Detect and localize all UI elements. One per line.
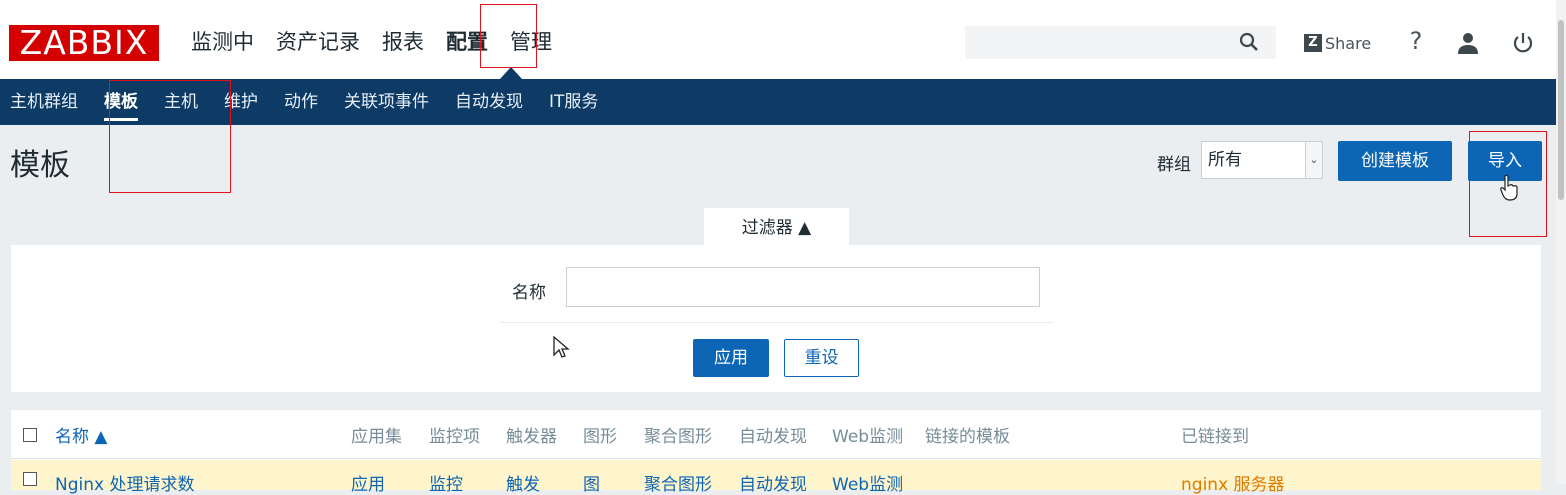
column-applications: 应用集 bbox=[351, 427, 402, 447]
column-linked-to: 已链接到 bbox=[1181, 427, 1249, 447]
scrollbar-thumb[interactable] bbox=[1558, 20, 1564, 200]
nav-monitoring[interactable]: 监测中 bbox=[180, 26, 265, 58]
column-screens: 聚合图形 bbox=[644, 427, 712, 447]
nav-inventory[interactable]: 资产记录 bbox=[265, 26, 371, 58]
mouse-pointer-icon bbox=[553, 335, 570, 358]
reset-button[interactable]: 重设 bbox=[784, 339, 859, 377]
help-icon[interactable]: ? bbox=[1405, 27, 1427, 55]
linked-host-link[interactable]: nginx 服务器 bbox=[1181, 470, 1285, 495]
subnav-correlation[interactable]: 关联项事件 bbox=[334, 79, 445, 125]
subnav-host-groups[interactable]: 主机群组 bbox=[0, 79, 94, 125]
search-icon[interactable] bbox=[1238, 31, 1260, 53]
graphs-link[interactable]: 图 bbox=[583, 470, 600, 495]
screens-link[interactable]: 聚合图形 bbox=[644, 470, 712, 495]
user-profile-icon[interactable] bbox=[1455, 30, 1481, 56]
subnav-discovery[interactable]: 自动发现 bbox=[445, 79, 539, 125]
hand-pointer-icon bbox=[1500, 174, 1518, 201]
group-select[interactable]: 所有 ⌄ bbox=[1201, 141, 1323, 179]
column-graphs: 图形 bbox=[583, 427, 617, 447]
filter-name-label: 名称 bbox=[512, 283, 546, 303]
zabbix-logo[interactable]: ZABBIX bbox=[9, 25, 159, 61]
group-select-value: 所有 bbox=[1208, 150, 1242, 170]
items-link[interactable]: 监控 bbox=[429, 470, 463, 495]
top-bar: ZABBIX 监测中 资产记录 报表 配置 管理 Z Share ? bbox=[0, 0, 1566, 79]
column-linked-templates: 链接的模板 bbox=[925, 427, 1010, 447]
table-header-row: 名称 ▲ 应用集 监控项 触发器 图形 聚合图形 自动发现 Web监测 链接的模… bbox=[11, 410, 1541, 459]
column-name[interactable]: 名称 ▲ bbox=[55, 422, 107, 447]
column-items: 监控项 bbox=[429, 427, 480, 447]
share-label: Share bbox=[1325, 33, 1372, 53]
active-nav-caret bbox=[500, 67, 522, 79]
create-template-button[interactable]: 创建模板 bbox=[1338, 141, 1452, 181]
global-search-input[interactable] bbox=[965, 26, 1276, 59]
page-title: 模板 bbox=[10, 148, 70, 183]
chevron-down-icon: ⌄ bbox=[1305, 142, 1322, 178]
template-name-link[interactable]: Nginx 处理请求数 bbox=[55, 470, 194, 495]
triggers-link[interactable]: 触发 bbox=[506, 470, 540, 495]
highlight-config-nav bbox=[480, 4, 537, 68]
subnav-it-services[interactable]: IT服务 bbox=[539, 79, 614, 125]
select-all-checkbox[interactable] bbox=[23, 428, 37, 442]
group-filter-label: 群组 bbox=[1157, 155, 1191, 175]
logout-power-icon[interactable] bbox=[1510, 30, 1536, 56]
discovery-link[interactable]: 自动发现 bbox=[739, 470, 807, 495]
column-discovery: 自动发现 bbox=[739, 427, 807, 447]
applications-link[interactable]: 应用 bbox=[351, 470, 385, 495]
subnav-actions[interactable]: 动作 bbox=[274, 79, 334, 125]
table-row[interactable]: Nginx 处理请求数 应用 监控 触发 图 聚合图形 自动发现 Web监测 n… bbox=[11, 460, 1541, 495]
filter-divider bbox=[500, 322, 1053, 323]
templates-table: 名称 ▲ 应用集 监控项 触发器 图形 聚合图形 自动发现 Web监测 链接的模… bbox=[11, 410, 1541, 495]
filter-name-input[interactable] bbox=[566, 267, 1040, 307]
highlight-templates-tab bbox=[109, 80, 231, 193]
web-link[interactable]: Web监测 bbox=[832, 470, 903, 495]
column-triggers: 触发器 bbox=[506, 427, 557, 447]
nav-reports[interactable]: 报表 bbox=[371, 26, 435, 58]
share-icon: Z bbox=[1304, 34, 1322, 52]
sub-nav: 主机群组 模板 主机 维护 动作 关联项事件 自动发现 IT服务 bbox=[0, 79, 1566, 125]
filter-toggle-tab[interactable]: 过滤器 ▲ bbox=[704, 208, 849, 245]
share-link[interactable]: Z Share bbox=[1304, 32, 1371, 54]
column-web: Web监测 bbox=[832, 427, 904, 447]
apply-button[interactable]: 应用 bbox=[693, 339, 769, 377]
